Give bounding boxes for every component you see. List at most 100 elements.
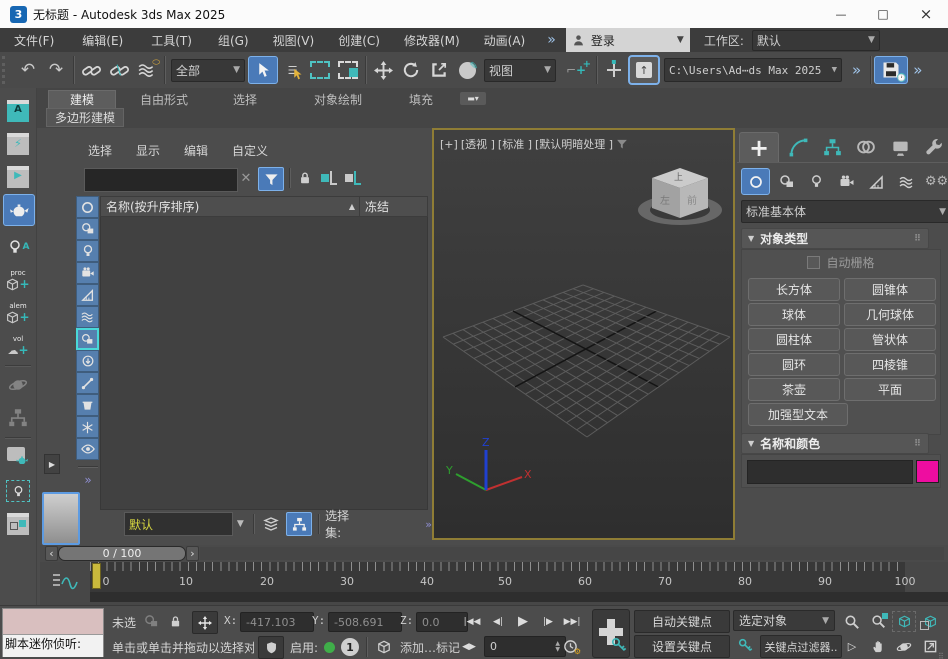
play-button[interactable]: ▶ — [511, 610, 535, 633]
ribbon-minimize-button[interactable]: ▬▾ — [460, 92, 486, 105]
filter-bones-icon[interactable] — [76, 372, 99, 394]
viewcube-top-label[interactable]: 上 — [674, 170, 683, 183]
search-filter-icon[interactable] — [258, 167, 284, 191]
subtab-shapes[interactable] — [773, 169, 800, 194]
layer-preset-caret[interactable]: ▼ — [233, 513, 247, 535]
create-teapot-button[interactable]: 茶壶 — [748, 378, 840, 401]
project-folder-dropdown[interactable]: C:\Users\Ad⋯ds Max 2025▼ — [664, 58, 842, 82]
toolbar-overflow-chevron-2[interactable]: » — [908, 61, 927, 79]
primitive-category-dropdown[interactable]: 标准基本体▼ — [741, 200, 948, 223]
create-pyramid-button[interactable]: 四棱锥 — [844, 353, 936, 376]
menu-group[interactable]: 组(G) — [206, 32, 261, 49]
ribbon-tab-populate[interactable]: 填充 — [398, 91, 444, 108]
key-filters-button[interactable]: 关键点过滤器.. — [760, 635, 842, 658]
subtab-helpers[interactable] — [863, 169, 890, 194]
explorer-list-body[interactable] — [100, 217, 428, 510]
sort-ascending-icon[interactable]: ▲ — [349, 202, 359, 211]
select-and-scale-button[interactable] — [425, 57, 453, 83]
filter-overflow-chevron[interactable]: » — [76, 473, 100, 487]
workspace-dropdown[interactable]: 默认▼ — [752, 30, 880, 51]
subtab-lights[interactable] — [803, 169, 830, 194]
object-color-swatch[interactable] — [916, 460, 939, 483]
ribbon-tab-freeform[interactable]: 自由形式 — [128, 91, 200, 108]
layers-icon[interactable] — [260, 513, 282, 535]
login-menu[interactable]: 登录 ▼ — [566, 28, 690, 52]
next-frame-button[interactable]: |▶ — [537, 611, 559, 632]
column-frozen[interactable]: 冻结 — [360, 198, 427, 215]
maximize-button[interactable]: □ — [862, 0, 904, 28]
track-bar-lane[interactable] — [90, 592, 948, 602]
scene-security-shield-icon[interactable] — [258, 636, 284, 659]
select-and-move-button[interactable] — [369, 57, 397, 83]
filter-snowflake-icon[interactable] — [76, 416, 99, 438]
zoom-icon[interactable] — [840, 611, 864, 632]
create-geosphere-button[interactable]: 几何球体 — [844, 303, 936, 326]
ribbon-panel-tab-polygon-modeling[interactable]: 多边形建模 — [46, 108, 124, 127]
select-object-button[interactable] — [248, 56, 278, 84]
viewport-menu-standard[interactable]: [标准 ] — [498, 136, 532, 152]
filter-materials-icon[interactable] — [76, 394, 99, 416]
script-editor-icon[interactable]: A — [3, 96, 33, 126]
menu-edit[interactable]: 编辑(E) — [68, 32, 137, 49]
time-slider-track[interactable] — [200, 547, 944, 560]
window-crossing-toggle[interactable] — [334, 57, 362, 83]
subtab-cameras[interactable] — [833, 169, 860, 194]
menu-modifiers[interactable]: 修改器(M) — [392, 32, 472, 49]
expand-tree-icon[interactable] — [320, 169, 338, 187]
create-box-button[interactable]: 长方体 — [748, 278, 840, 301]
enabled-status-dot[interactable] — [324, 642, 335, 653]
time-configuration-icon[interactable]: ⚙ — [558, 636, 582, 657]
menu-tools[interactable]: 工具(T) — [137, 32, 206, 49]
unlink-selection-icon[interactable]: / — [105, 57, 133, 83]
select-and-link-icon[interactable] — [77, 57, 105, 83]
lock-explorer-icon[interactable] — [296, 169, 314, 187]
macro-recorder-pane[interactable] — [3, 609, 103, 635]
select-and-manipulate-button[interactable]: ▪ — [600, 57, 628, 83]
explorer-menu-customize[interactable]: 自定义 — [232, 142, 268, 159]
subtab-geometry[interactable] — [741, 168, 770, 195]
viewcube-left-label[interactable]: 左 — [660, 192, 670, 207]
go-to-end-button[interactable]: ▶▶| — [560, 611, 584, 632]
viewcube-front-label[interactable]: 前 — [687, 192, 697, 207]
script-lightning-icon[interactable]: ⚡ — [3, 129, 33, 159]
listener-pane[interactable]: 脚本迷你侦听: — [3, 635, 103, 657]
auto-key-button[interactable]: 自动关键点 — [634, 610, 730, 633]
reference-coordinate-dropdown[interactable]: 视图▼ — [484, 59, 556, 82]
hierarchy-mode-icon[interactable] — [286, 512, 312, 536]
mini-curve-editor-icon[interactable] — [48, 570, 82, 592]
menu-file[interactable]: 文件(F) — [0, 32, 68, 49]
zoom-extents-all-icon[interactable] — [918, 611, 942, 632]
save-scene-button[interactable]: 🕐 — [874, 56, 908, 84]
menu-views[interactable]: 视图(V) — [261, 32, 327, 49]
clear-search-icon[interactable]: ✕ — [238, 170, 254, 186]
selection-filter-dropdown[interactable]: 全部▼ — [171, 59, 245, 82]
select-lights-icon[interactable] — [3, 476, 33, 506]
snaps-toggle[interactable]: ⌐++ — [559, 57, 593, 83]
proc-create-icon[interactable]: proc+ — [3, 265, 33, 295]
object-type-rollout-header[interactable]: ▼ 对象类型 ⠿ — [741, 228, 929, 249]
undo-button[interactable]: ↶ — [14, 57, 42, 83]
key-filters-icon[interactable] — [733, 635, 757, 656]
bind-to-space-warp-icon[interactable]: ⬭ — [133, 57, 161, 83]
viewport-menu-shading[interactable]: [默认明暗处理 ] — [535, 136, 613, 152]
go-to-start-button[interactable]: |◀◀ — [460, 611, 484, 632]
filter-geometry-icon[interactable] — [76, 218, 99, 240]
tab-hierarchy[interactable] — [817, 134, 847, 160]
filter-cameras-icon[interactable] — [76, 262, 99, 284]
name-color-rollout-header[interactable]: ▼ 名称和颜色 ⠿ — [741, 433, 929, 454]
absolute-mode-toggle[interactable] — [192, 611, 218, 634]
x-coordinate-field[interactable]: -417.103 — [240, 612, 314, 632]
toolbar-overflow-chevron[interactable]: » — [846, 61, 867, 79]
use-pivot-center-button[interactable]: ✎ — [453, 57, 481, 83]
previous-frame-arrow[interactable]: ‹ — [45, 546, 58, 561]
viewport[interactable]: X 上 左 前 X Y Z [+] [透视 ] [标准 ] [默认明暗处理 ] — [432, 128, 735, 540]
close-button[interactable]: × — [904, 0, 948, 28]
object-name-input[interactable] — [747, 460, 913, 484]
explorer-menu-display[interactable]: 显示 — [136, 142, 160, 159]
autogrid-checkbox[interactable] — [807, 256, 820, 269]
create-plane-button[interactable]: 平面 — [844, 378, 936, 401]
tab-motion[interactable] — [851, 134, 881, 160]
redo-button[interactable]: ↷ — [42, 57, 70, 83]
render-teapot-button[interactable] — [3, 194, 35, 226]
footer-overflow-chevron[interactable]: » — [425, 518, 432, 531]
